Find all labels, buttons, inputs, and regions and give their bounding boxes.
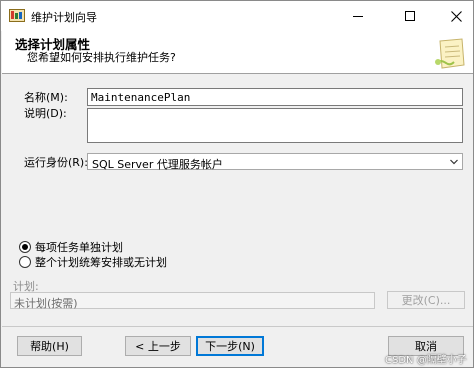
- change-schedule-label: 更改(C)...: [401, 294, 451, 307]
- radio-single-label: 整个计划统筹安排或无计划: [35, 256, 167, 269]
- runas-select[interactable]: SQL Server 代理服务帐户: [87, 153, 463, 171]
- window-title: 维护计划向导: [31, 11, 97, 24]
- name-field[interactable]: MaintenancePlan: [87, 88, 463, 106]
- footer-divider: [2, 326, 473, 327]
- name-label: 名称(M):: [24, 91, 68, 104]
- radio-separate-schedules[interactable]: 每项任务单独计划: [19, 239, 123, 255]
- page-subtitle: 您希望如何安排执行维护任务?: [27, 51, 176, 64]
- title-bar: 维护计划向导: [1, 1, 473, 31]
- wizard-scroll-icon: [435, 38, 465, 69]
- help-label: 帮助(H): [30, 340, 69, 353]
- maximize-icon: [405, 11, 415, 21]
- wizard-window: 维护计划向导 选择计划属性 您希望如何安排执行维护任务? 名称(M): Main…: [0, 0, 474, 368]
- runas-value: SQL Server 代理服务帐户: [92, 158, 223, 171]
- description-label: 说明(D):: [24, 107, 67, 120]
- radio-separate-label: 每项任务单独计划: [35, 241, 123, 254]
- next-label: 下一步(N): [205, 340, 255, 353]
- wizard-app-icon: [9, 9, 25, 22]
- maximize-button[interactable]: [387, 1, 433, 31]
- schedule-field: 未计划(按需): [10, 292, 375, 310]
- chevron-down-icon: [450, 159, 458, 165]
- radio-button-checked[interactable]: [19, 241, 31, 253]
- name-value: MaintenancePlan: [91, 91, 191, 104]
- back-label: < 上一步: [135, 340, 181, 353]
- help-button[interactable]: 帮助(H): [17, 336, 82, 356]
- next-button[interactable]: 下一步(N): [196, 336, 264, 356]
- change-schedule-button[interactable]: 更改(C)...: [387, 291, 465, 309]
- radio-single-schedule[interactable]: 整个计划统筹安排或无计划: [19, 254, 167, 270]
- wizard-header: 选择计划属性 您希望如何安排执行维护任务?: [2, 31, 473, 74]
- close-button[interactable]: [433, 1, 474, 31]
- description-field[interactable]: [87, 108, 463, 143]
- schedule-value: 未计划(按需): [14, 297, 78, 310]
- runas-label: 运行身份(R):: [24, 156, 88, 169]
- back-button[interactable]: < 上一步: [125, 336, 191, 356]
- radio-button-unchecked[interactable]: [19, 256, 31, 268]
- minimize-icon: [353, 15, 363, 17]
- close-icon: [450, 10, 462, 22]
- csdn-watermark: CSDN @隔壁小子: [385, 355, 467, 366]
- minimize-button[interactable]: [335, 1, 381, 31]
